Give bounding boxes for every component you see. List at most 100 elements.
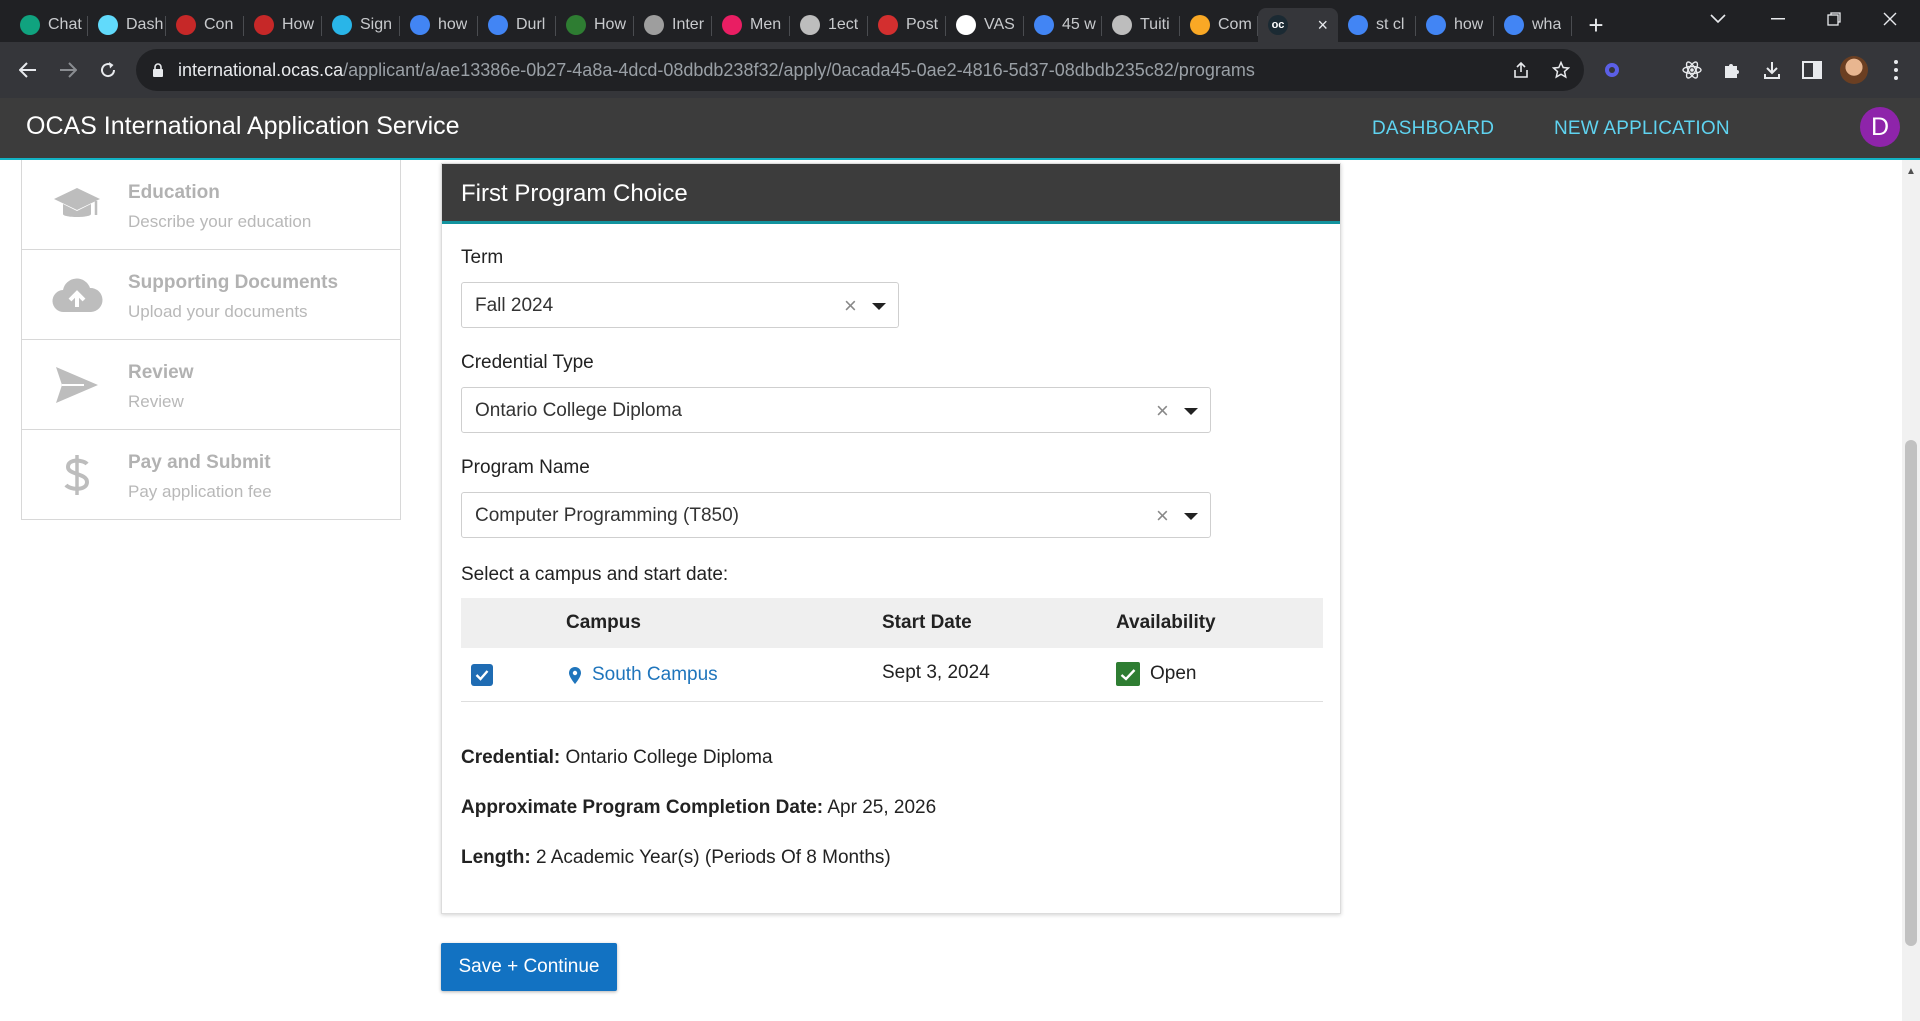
credential-summary-value: Ontario College Diploma xyxy=(565,747,773,768)
user-avatar[interactable]: D xyxy=(1860,107,1900,147)
term-select[interactable]: Fall 2024 × xyxy=(461,282,899,328)
new-tab-button[interactable]: + xyxy=(1578,8,1614,42)
google-icon xyxy=(410,15,430,35)
campus-select-checkbox[interactable] xyxy=(471,664,493,686)
scroll-up-arrow-icon[interactable]: ▲ xyxy=(1902,164,1920,178)
scrollbar-thumb[interactable] xyxy=(1905,440,1917,946)
campus-link[interactable]: South Campus xyxy=(567,664,718,686)
checkmark-icon xyxy=(475,670,489,681)
app-title[interactable]: OCAS International Application Service xyxy=(26,112,460,141)
term-value: Fall 2024 xyxy=(475,295,554,316)
browser-tab[interactable]: how xyxy=(1416,8,1494,42)
clear-credential-type-icon[interactable]: × xyxy=(1156,398,1169,424)
browser-tab[interactable]: Dash xyxy=(88,8,166,42)
tab-label: VAS xyxy=(984,16,1015,33)
program-name-label: Program Name xyxy=(461,457,590,478)
back-icon[interactable] xyxy=(12,54,44,86)
card-title: First Program Choice xyxy=(461,180,688,207)
availability-value: Open xyxy=(1150,663,1197,684)
browser-tab[interactable]: Chat xyxy=(10,8,88,42)
lock-icon[interactable] xyxy=(150,62,166,78)
tab-label: wha xyxy=(1532,16,1562,33)
send-icon xyxy=(50,358,104,412)
table-row[interactable]: South Campus Sept 3, 2024 Open xyxy=(461,648,1323,702)
browser-menu-icon[interactable] xyxy=(1884,56,1908,84)
tab-label: Chat xyxy=(48,16,82,33)
flag-icon xyxy=(566,15,586,35)
clear-term-icon[interactable]: × xyxy=(844,293,857,319)
availability-status: Open xyxy=(1116,662,1196,686)
star-icon xyxy=(878,15,898,35)
browser-tab[interactable]: wha xyxy=(1494,8,1572,42)
browser-profile-avatar[interactable] xyxy=(1840,56,1868,84)
check-icon xyxy=(1116,662,1140,686)
bookmark-star-icon[interactable] xyxy=(1550,59,1572,81)
credential-type-value: Ontario College Diploma xyxy=(475,400,682,421)
chatgpt-icon xyxy=(20,15,40,35)
forward-icon[interactable] xyxy=(52,54,84,86)
step-review[interactable]: Review Review xyxy=(21,340,401,430)
page-scrollbar[interactable]: ▲ xyxy=(1902,160,1920,1021)
program-name-value: Computer Programming (T850) xyxy=(475,505,739,526)
term-label: Term xyxy=(461,247,504,268)
tab-search-icon[interactable] xyxy=(1690,0,1746,38)
nav-dashboard-link[interactable]: DASHBOARD xyxy=(1372,118,1494,140)
length-value: 2 Academic Year(s) (Periods Of 8 Months) xyxy=(535,847,891,868)
clear-program-name-icon[interactable]: × xyxy=(1156,503,1169,529)
browser-tab[interactable]: Sign xyxy=(322,8,400,42)
header-start-date: Start Date xyxy=(882,612,972,633)
tab-label: 45 w xyxy=(1062,16,1096,33)
browser-tab[interactable]: Durl xyxy=(478,8,556,42)
browser-tab[interactable]: VAS xyxy=(946,8,1024,42)
step-supporting-documents[interactable]: Supporting Documents Upload your documen… xyxy=(21,250,401,340)
step-title: Review xyxy=(128,362,194,383)
browser-tab[interactable]: 45 w xyxy=(1024,8,1102,42)
credential-summary-label: Credential: xyxy=(461,747,561,768)
restore-button[interactable] xyxy=(1806,0,1862,38)
close-tab-icon[interactable]: × xyxy=(1317,15,1328,36)
close-window-button[interactable] xyxy=(1862,0,1918,38)
browser-tab[interactable]: st cl xyxy=(1338,8,1416,42)
download-icon[interactable] xyxy=(1760,58,1784,82)
browser-tab[interactable]: Tuiti xyxy=(1102,8,1180,42)
browser-tab[interactable]: 1ect xyxy=(790,8,868,42)
graduation-cap-icon xyxy=(50,178,104,232)
extension-gear-icon[interactable] xyxy=(1600,58,1624,82)
browser-tab[interactable]: Men xyxy=(712,8,790,42)
browser-tab[interactable]: Inter xyxy=(634,8,712,42)
browser-tab[interactable]: How xyxy=(556,8,634,42)
extensions-puzzle-icon[interactable] xyxy=(1720,58,1744,82)
step-pay-and-submit[interactable]: Pay and Submit Pay application fee xyxy=(21,430,401,520)
browser-tab[interactable]: oc × xyxy=(1258,8,1338,42)
react-devtools-icon[interactable] xyxy=(1680,58,1704,82)
browser-tab[interactable]: how xyxy=(400,8,478,42)
tab-label: Con xyxy=(204,16,234,33)
side-panel-icon[interactable] xyxy=(1800,58,1824,82)
step-education[interactable]: Education Describe your education xyxy=(21,160,401,250)
reload-icon[interactable] xyxy=(92,54,124,86)
program-name-dropdown-arrow-icon[interactable] xyxy=(1184,513,1198,520)
program-name-select[interactable]: Computer Programming (T850) × xyxy=(461,492,1211,538)
minimize-button[interactable] xyxy=(1750,0,1806,38)
step-title: Pay and Submit xyxy=(128,452,271,473)
tab-label: Com xyxy=(1218,16,1252,33)
save-continue-button[interactable]: Save + Continue xyxy=(441,943,617,991)
tab-label: Dash xyxy=(126,16,164,33)
credential-type-select[interactable]: Ontario College Diploma × xyxy=(461,387,1211,433)
browser-tab[interactable]: Con xyxy=(166,8,244,42)
address-bar[interactable]: international.ocas.ca/applicant/a/ae1338… xyxy=(136,49,1584,91)
completion-date-value: Apr 25, 2026 xyxy=(827,797,937,818)
browser-tab[interactable]: How xyxy=(244,8,322,42)
campus-table: Campus Start Date Availability South Cam… xyxy=(461,598,1323,702)
browser-tab[interactable]: Com xyxy=(1180,8,1258,42)
share-icon[interactable] xyxy=(1510,59,1532,81)
nav-new-application-link[interactable]: NEW APPLICATION xyxy=(1554,118,1730,140)
term-dropdown-arrow-icon[interactable] xyxy=(872,303,886,310)
credential-type-dropdown-arrow-icon[interactable] xyxy=(1184,408,1198,415)
tab-label: Tuiti xyxy=(1140,16,1170,33)
program-choice-card: First Program Choice Term Fall 2024 × Cr… xyxy=(441,163,1341,914)
credential-summary: Credential: Ontario College Diploma xyxy=(461,747,773,769)
browser-tab[interactable]: Post xyxy=(868,8,946,42)
url-text[interactable]: international.ocas.ca/applicant/a/ae1338… xyxy=(178,60,1255,81)
tab-label: Men xyxy=(750,16,782,33)
